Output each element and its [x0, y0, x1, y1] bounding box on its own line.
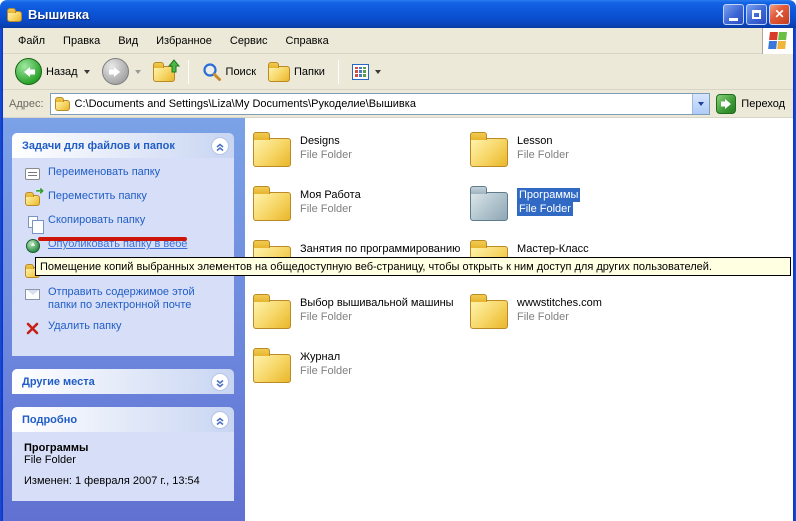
minimize-icon [729, 18, 738, 21]
details-panel-body: Программы File Folder Изменен: 1 февраля… [12, 432, 234, 501]
copy-folder-icon [24, 214, 41, 230]
back-button[interactable]: Назад [11, 56, 94, 87]
forward-icon [102, 58, 129, 85]
chevron-down-icon [214, 376, 226, 388]
maximize-button[interactable] [746, 4, 767, 25]
views-dropdown-icon [375, 70, 381, 74]
windows-logo [762, 28, 793, 54]
folder-tile-zhurnal[interactable]: ЖурналFile Folder [253, 347, 352, 383]
window-folder-icon [7, 11, 22, 22]
close-button[interactable]: ✕ [769, 4, 790, 25]
address-path[interactable]: C:\Documents and Settings\Liza\My Docume… [75, 98, 688, 110]
search-button[interactable]: Поиск [198, 60, 260, 83]
menu-file[interactable]: Файл [9, 31, 54, 51]
search-label: Поиск [226, 66, 256, 78]
forward-dropdown-icon [135, 70, 141, 74]
up-arrow-icon [167, 59, 181, 74]
go-arrow-icon [716, 94, 736, 114]
red-underline-annotation [38, 237, 187, 241]
folder-tile-moya-rabota[interactable]: Моя РаботаFile Folder [253, 185, 361, 221]
address-label: Адрес: [9, 98, 44, 110]
tasks-panel: Задачи для файлов и папок Переименовать … [12, 133, 234, 356]
task-copy-folder[interactable]: Скопировать папку [24, 214, 230, 230]
views-button[interactable] [348, 62, 385, 82]
back-dropdown-icon[interactable] [84, 70, 90, 74]
minimize-button[interactable] [723, 4, 744, 25]
views-icon [352, 64, 369, 80]
other-places-title: Другие места [22, 376, 95, 388]
chevron-down-icon [698, 102, 704, 106]
other-places-header[interactable]: Другие места [12, 369, 234, 394]
address-bar: Адрес: C:\Documents and Settings\Liza\My… [3, 90, 793, 118]
menu-edit[interactable]: Правка [54, 31, 109, 51]
window-border-left [0, 28, 3, 521]
details-panel-header[interactable]: Подробно [12, 407, 234, 432]
menu-help[interactable]: Справка [277, 31, 338, 51]
tooltip: Помещение копий выбранных элементов на о… [35, 257, 791, 276]
windows-flag-icon [768, 32, 788, 50]
title-bar: Вышивка ✕ [0, 0, 796, 28]
explorer-window: { "window": { "title": "Вышивка" }, "men… [0, 0, 796, 521]
back-icon [15, 58, 42, 85]
delete-icon [24, 320, 41, 336]
expand-button[interactable] [211, 373, 229, 391]
toolbar: Назад Поиск Папки [3, 54, 793, 90]
move-folder-icon: ➜ [24, 190, 41, 206]
folder-icon [470, 300, 508, 329]
details-panel-title: Подробно [22, 414, 77, 426]
folders-icon [268, 66, 290, 82]
collapse-button[interactable] [211, 137, 229, 155]
go-label: Переход [741, 98, 785, 110]
folders-button[interactable]: Папки [264, 59, 329, 84]
file-list-area[interactable]: DesignsFile Folder LessonFile Folder Моя… [245, 118, 793, 521]
forward-button[interactable] [98, 56, 145, 87]
go-button[interactable]: Переход [716, 94, 787, 114]
task-delete-folder[interactable]: Удалить папку [24, 320, 230, 336]
task-move-folder[interactable]: ➜ Переместить папку [24, 190, 230, 206]
folder-icon [253, 300, 291, 329]
details-file-type: File Folder [24, 454, 228, 466]
collapse-button[interactable] [211, 411, 229, 429]
folder-tile-lesson[interactable]: LessonFile Folder [470, 131, 569, 167]
other-places-panel: Другие места [12, 369, 234, 394]
folder-icon-selected [470, 192, 508, 221]
menu-view[interactable]: Вид [109, 31, 147, 51]
menu-tools[interactable]: Сервис [221, 31, 277, 51]
tasks-panel-title: Задачи для файлов и папок [22, 140, 175, 152]
address-dropdown-button[interactable] [692, 94, 709, 114]
task-rename-folder[interactable]: Переименовать папку [24, 166, 230, 182]
folder-tile-designs[interactable]: DesignsFile Folder [253, 131, 352, 167]
toolbar-separator [188, 60, 189, 84]
email-icon [24, 286, 41, 302]
rename-folder-icon [24, 166, 41, 182]
details-modified-date: Изменен: 1 февраля 2007 г., 13:54 [24, 475, 228, 487]
folder-tile-programmy-selected[interactable]: ПрограммыFile Folder [470, 185, 580, 221]
toolbar-separator [338, 60, 339, 84]
back-label: Назад [46, 66, 78, 78]
close-icon: ✕ [774, 8, 784, 20]
folder-tile-vybor-mashiny[interactable]: Выбор вышивальной машиныFile Folder [253, 293, 454, 329]
address-folder-icon [55, 100, 70, 111]
tooltip-text: Помещение копий выбранных элементов на о… [40, 261, 712, 273]
folder-icon [253, 354, 291, 383]
menu-bar: Файл Правка Вид Избранное Сервис Справка [3, 28, 793, 54]
folders-label: Папки [294, 66, 325, 78]
task-email-folder[interactable]: Отправить содержимое этой папки по элект… [24, 286, 230, 312]
folder-icon [253, 138, 291, 167]
window-title: Вышивка [28, 7, 723, 22]
chevron-up-icon [214, 414, 226, 426]
tasks-panel-header[interactable]: Задачи для файлов и папок [12, 133, 234, 158]
menu-favorites[interactable]: Избранное [147, 31, 221, 51]
details-file-name: Программы [24, 442, 228, 454]
chevron-up-icon [214, 140, 226, 152]
up-button[interactable] [149, 59, 179, 84]
folder-icon [470, 138, 508, 167]
folder-tile-wwwstitches[interactable]: wwwstitches.comFile Folder [470, 293, 602, 329]
folder-icon [253, 192, 291, 221]
details-panel: Подробно Программы File Folder Изменен: … [12, 407, 234, 501]
address-combobox[interactable]: C:\Documents and Settings\Liza\My Docume… [50, 93, 711, 115]
task-pane-sidebar: Задачи для файлов и папок Переименовать … [3, 118, 245, 521]
maximize-icon [752, 10, 761, 19]
search-icon [202, 62, 222, 81]
